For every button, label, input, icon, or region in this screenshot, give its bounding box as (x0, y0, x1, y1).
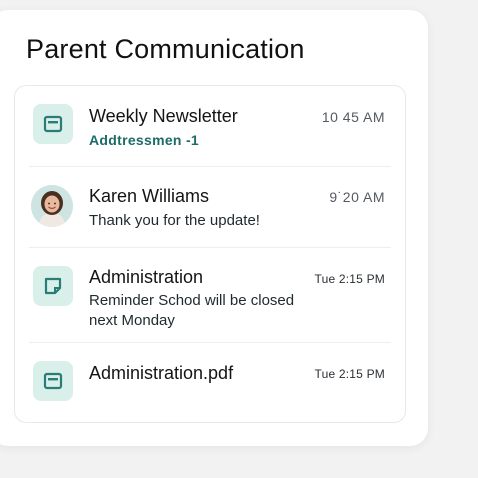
communication-card: Parent Communication Weekly Newsletter A… (0, 10, 428, 446)
message-preview: Addtressmen -1 (89, 132, 200, 148)
page-title: Parent Communication (26, 34, 305, 64)
message-preview: Reminder Schod will be closed next Monda… (89, 292, 295, 329)
list-item-administration[interactable]: Administration Reminder Schod will be cl… (15, 248, 405, 342)
list-item-weekly-newsletter[interactable]: Weekly Newsletter Addtressmen -1 10 45 A… (15, 86, 405, 166)
message-sender: Administration (89, 267, 204, 287)
list-item-administration-pdf[interactable]: Administration.pdf Tue 2:15 PM (15, 343, 405, 423)
attachment-name: Administration.pdf (89, 363, 234, 383)
message-time: 9˙20 AM (329, 189, 385, 205)
message-time: 10 45 AM (321, 109, 385, 125)
message-sender: Weekly Newsletter (89, 106, 238, 126)
pdf-icon (33, 361, 73, 401)
message-preview: Thank you for the update! (89, 212, 260, 229)
note-icon (33, 266, 73, 306)
message-list: Weekly Newsletter Addtressmen -1 10 45 A… (14, 85, 406, 423)
message-sender: Karen Williams (89, 186, 210, 206)
list-item-karen-williams[interactable]: Karen Williams Thank you for the update!… (15, 167, 405, 247)
message-time: Tue 2:15 PM (314, 272, 385, 286)
message-time: Tue 2:15 PM (314, 367, 385, 381)
document-icon (33, 104, 73, 144)
avatar (31, 185, 73, 227)
